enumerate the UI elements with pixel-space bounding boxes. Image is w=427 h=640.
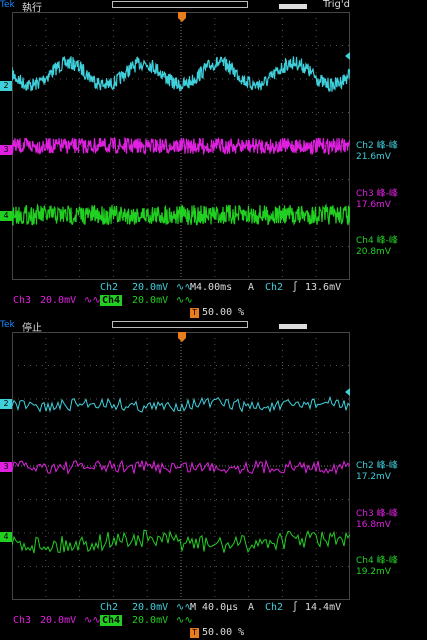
ch3-coupling-icon: ∿∿ (84, 295, 101, 306)
trigger-position-marker (178, 332, 186, 342)
measurement-label: Ch4 峰-峰 (356, 236, 398, 246)
record-window (279, 324, 307, 329)
trigger-position-icon: T (190, 628, 199, 638)
ch2-label[interactable]: Ch2 (100, 602, 118, 613)
ch4-label[interactable]: Ch4 (100, 295, 123, 306)
waveform-screen[interactable] (12, 332, 350, 600)
trigger-mode[interactable]: A (248, 602, 254, 613)
scope-panel-top: Tek 執行 Trig'd 2 3 4 Ch2 峰-峰 21.6mV Ch3 峰… (0, 0, 427, 320)
trigger-position[interactable]: 50.00 % (202, 307, 244, 318)
waveform-screen[interactable] (12, 12, 350, 280)
measurement-value: 19.2mV (356, 567, 391, 577)
trigger-slope-icon: ∫ (292, 282, 299, 293)
trigger-position-icon: T (190, 308, 199, 318)
ch4-ground-marker[interactable]: 4 (0, 532, 12, 542)
measurement-value: 20.8mV (356, 247, 391, 257)
ch2-ground-marker[interactable]: 2 (0, 399, 12, 409)
ch3-scale[interactable]: 20.0mV (40, 615, 76, 626)
measurement-value: 17.2mV (356, 472, 391, 482)
settings-footer: Ch2 20.0mV ∿∿ M 40.0µs A Ch2 ∫ 14.4mV Ch… (0, 602, 427, 640)
measurement-ch3: Ch3 峰-峰 17.6mV (356, 189, 427, 211)
trigger-position[interactable]: 50.00 % (202, 627, 244, 638)
trigger-source[interactable]: Ch2 (265, 282, 283, 293)
brand-logo: Tek (0, 0, 15, 10)
ch4-scale[interactable]: 20.0mV (132, 615, 168, 626)
scope-panel-bottom: Tek 停止 2 3 4 Ch2 峰-峰 17.2mV Ch3 峰-峰 16.8… (0, 320, 427, 640)
ch3-ground-marker[interactable]: 3 (0, 145, 12, 155)
trigger-position-marker (178, 12, 186, 22)
ch2-scale[interactable]: 20.0mV (132, 282, 168, 293)
measurement-label: Ch3 峰-峰 (356, 189, 398, 199)
ch4-coupling-icon: ∿∿ (176, 615, 193, 626)
trigger-mode[interactable]: A (248, 282, 254, 293)
ch2-waveform (12, 56, 350, 93)
trigger-slope-icon: ∫ (292, 602, 299, 613)
timebase[interactable]: M 40.0µs (190, 602, 238, 613)
trigger-level[interactable]: 14.4mV (305, 602, 341, 613)
ch2-scale[interactable]: 20.0mV (132, 602, 168, 613)
trigger-level-marker (345, 52, 350, 60)
measurement-value: 21.6mV (356, 152, 391, 162)
trigger-source[interactable]: Ch2 (265, 602, 283, 613)
measurement-label: Ch4 峰-峰 (356, 556, 398, 566)
ch3-ground-marker[interactable]: 3 (0, 462, 12, 472)
measurement-ch4: Ch4 峰-峰 19.2mV (356, 556, 427, 578)
ch3-scale[interactable]: 20.0mV (40, 295, 76, 306)
timebase[interactable]: M4.00ms (190, 282, 232, 293)
ch3-coupling-icon: ∿∿ (84, 615, 101, 626)
measurement-ch3: Ch3 峰-峰 16.8mV (356, 509, 427, 531)
trigger-status: Trig'd (323, 0, 350, 10)
status-bar: Tek 停止 (0, 320, 427, 334)
record-window (279, 4, 307, 9)
ch4-ground-marker[interactable]: 4 (0, 211, 12, 221)
ch4-waveform (12, 203, 350, 226)
measurement-ch2: Ch2 峰-峰 21.6mV (356, 141, 427, 163)
status-bar: Tek 執行 Trig'd (0, 0, 427, 14)
measurement-label: Ch2 峰-峰 (356, 141, 398, 151)
measurement-value: 16.8mV (356, 520, 391, 530)
ch3-label[interactable]: Ch3 (13, 295, 31, 306)
ch4-coupling-icon: ∿∿ (176, 295, 193, 306)
ch2-ground-marker[interactable]: 2 (0, 81, 12, 91)
ch2-label[interactable]: Ch2 (100, 282, 118, 293)
measurement-label: Ch2 峰-峰 (356, 461, 398, 471)
ch3-waveform (12, 136, 350, 156)
record-bar (112, 1, 307, 9)
trigger-level[interactable]: 13.6mV (305, 282, 341, 293)
ch4-label[interactable]: Ch4 (100, 615, 123, 626)
measurement-value: 17.6mV (356, 200, 391, 210)
ch3-label[interactable]: Ch3 (13, 615, 31, 626)
settings-footer: Ch2 20.0mV ∿∿ M4.00ms A Ch2 ∫ 13.6mV Ch3… (0, 282, 427, 320)
measurement-ch4: Ch4 峰-峰 20.8mV (356, 236, 427, 258)
record-bar (112, 321, 307, 329)
trigger-level-marker (345, 388, 350, 396)
measurement-label: Ch3 峰-峰 (356, 509, 398, 519)
ch4-scale[interactable]: 20.0mV (132, 295, 168, 306)
measurement-ch2: Ch2 峰-峰 17.2mV (356, 461, 427, 483)
brand-logo: Tek (0, 320, 15, 330)
